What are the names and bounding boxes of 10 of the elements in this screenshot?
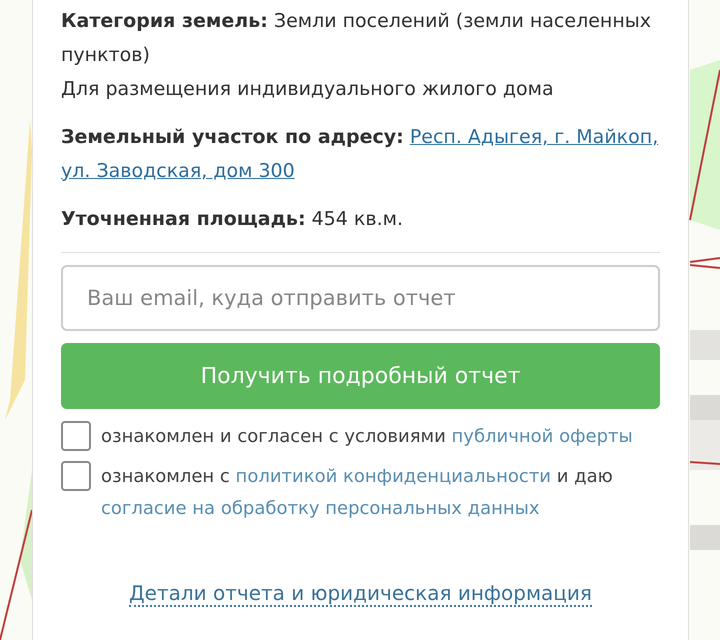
address-text: Земельный участок по адресу: Респ. Адыгея, г. Майкоп, ул. Заводская, дом 300 <box>61 125 660 184</box>
email-field[interactable]: Ваш email, куда отправить отчет <box>61 265 660 331</box>
details-link[interactable]: Детали отчета и юридическая информация <box>129 581 592 607</box>
info-text: Уточненная площадь: 454 кв.м. <box>61 207 404 232</box>
info-text: Категория земель: Земли поселений (земли населенных пунктов) <box>61 9 652 68</box>
info-text: Для размещения индивидуального жилого дома <box>61 77 555 102</box>
checkbox[interactable] <box>61 461 91 491</box>
checkbox[interactable] <box>61 421 91 451</box>
consent-text: ознакомлен и согласен с условиями публичной оферты <box>101 425 633 449</box>
consent-text: ознакомлен с политикой конфиденциальности и даю согласие на обработку персональных данных <box>101 465 614 521</box>
